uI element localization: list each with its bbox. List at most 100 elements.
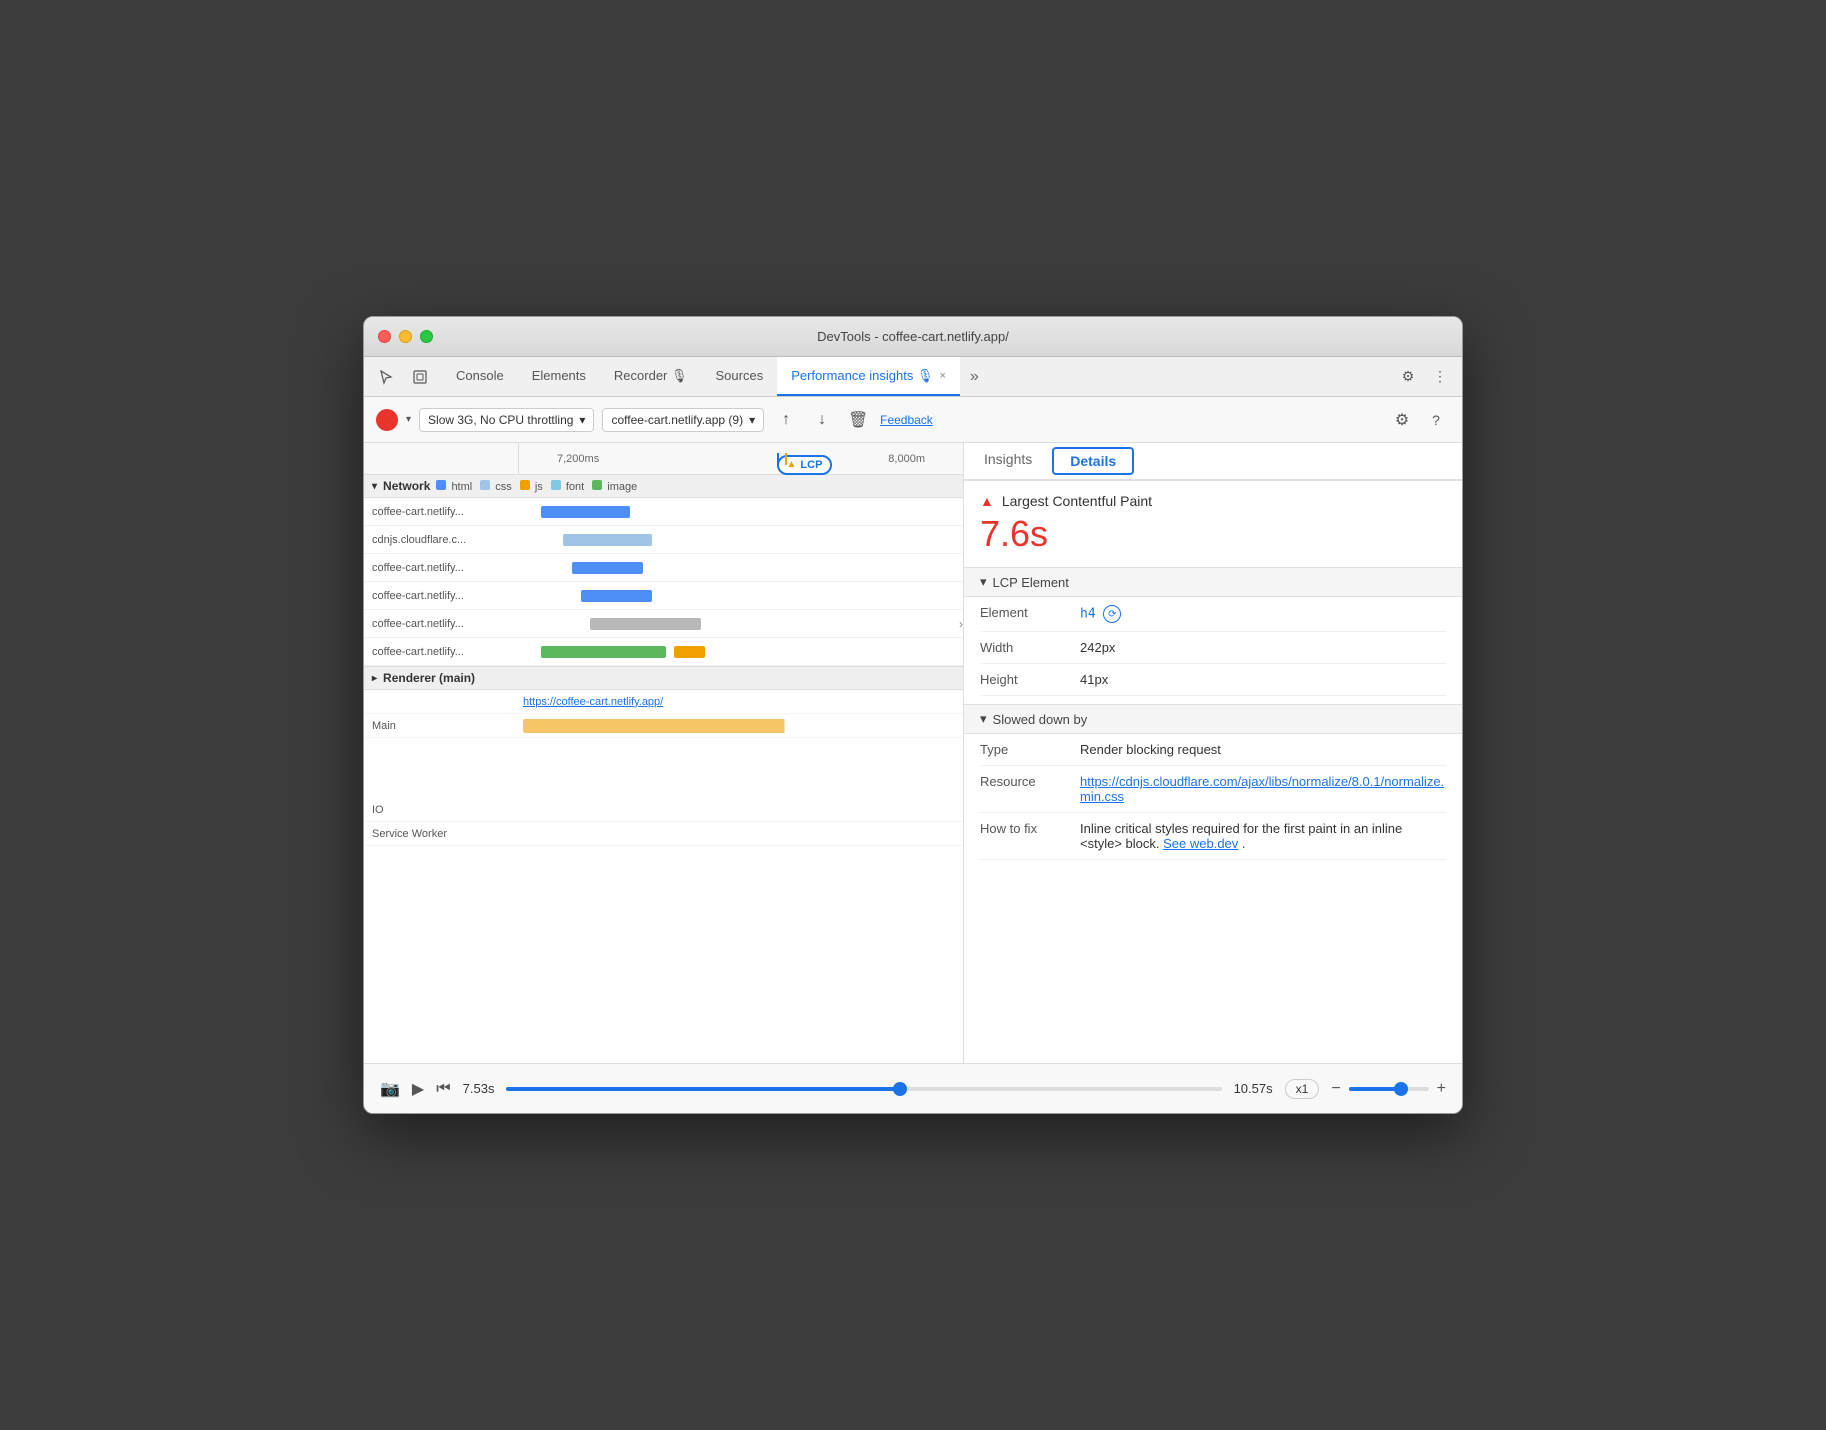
download-icon[interactable]: ↓ (808, 406, 836, 434)
zoom-thumb[interactable] (1394, 1082, 1408, 1096)
bottom-bar: 📷 ▶ ⏮ 7.53s 10.57s x1 − + (364, 1063, 1462, 1113)
more-options-icon[interactable]: ⋮ (1426, 363, 1454, 391)
play-icon[interactable]: ▶ (412, 1079, 424, 1099)
titlebar: DevTools - coffee-cart.netlify.app/ (364, 317, 1462, 357)
renderer-sw-label: Service Worker (364, 828, 519, 840)
how-to-fix-row: How to fix Inline critical styles requir… (980, 813, 1446, 860)
network-row-4-bar (519, 582, 963, 609)
tab-details[interactable]: Details (1052, 447, 1134, 475)
minimize-button[interactable] (399, 330, 412, 343)
settings-icon-toolbar[interactable]: ⚙ (1388, 406, 1416, 434)
renderer-main-spacer (364, 738, 963, 798)
upload-icon[interactable]: ↑ (772, 406, 800, 434)
tabs-bar: Console Elements Recorder 🎙 Sources Perf… (364, 357, 1462, 397)
network-legend: html css js font (436, 480, 637, 493)
lcp-warning-row: ▲ Largest Contentful Paint (980, 493, 1446, 509)
how-to-fix-value: Inline critical styles required for the … (1080, 821, 1446, 851)
network-row-2[interactable]: cdnjs.cloudflare.c... (364, 526, 963, 554)
tab-sources[interactable]: Sources (702, 357, 778, 396)
scrubber-track[interactable] (506, 1087, 1221, 1091)
legend-image-dot (592, 480, 602, 490)
tab-close-icon[interactable]: × (939, 370, 945, 382)
timeline-ruler: 7,200ms 8,000m ▲ LCP (519, 453, 963, 465)
legend-css: css (480, 480, 512, 493)
network-row-1-label: coffee-cart.netlify... (364, 506, 519, 518)
panel-tabs: Insights Details (964, 443, 1462, 481)
network-row-expand[interactable]: › (959, 617, 963, 631)
network-row-1[interactable]: coffee-cart.netlify... (364, 498, 963, 526)
legend-html-dot (436, 480, 446, 490)
network-row-3[interactable]: coffee-cart.netlify... (364, 554, 963, 582)
network-row-4[interactable]: coffee-cart.netlify... (364, 582, 963, 610)
tab-performance-insights[interactable]: Performance insights 🎙 × (777, 357, 960, 396)
element-tag: h4 (1080, 606, 1096, 621)
tab-recorder[interactable]: Recorder 🎙 (600, 357, 702, 396)
devtools-icons (372, 363, 434, 391)
bar-segment-gray (590, 618, 701, 630)
target-dropdown-arrow: ▾ (749, 413, 755, 427)
lcp-element-chevron: ▾ (980, 574, 987, 590)
zoom-track[interactable] (1349, 1087, 1429, 1091)
help-icon[interactable]: ? (1422, 406, 1450, 434)
renderer-main-label: Main (364, 720, 519, 732)
zoom-out-icon[interactable]: − (1331, 1080, 1340, 1098)
inspect-icon[interactable] (406, 363, 434, 391)
maximize-button[interactable] (420, 330, 433, 343)
element-value: h4 ⟳ (1080, 605, 1121, 623)
network-row-3-bar (519, 554, 963, 581)
feedback-link[interactable]: Feedback (880, 413, 933, 427)
throttle-dropdown-arrow: ▾ (579, 413, 585, 427)
tab-insights[interactable]: Insights (964, 443, 1052, 479)
legend-css-dot (480, 480, 490, 490)
network-row-5[interactable]: coffee-cart.netlify... › (364, 610, 963, 638)
legend-js: js (520, 480, 543, 493)
renderer-expand-arrow[interactable]: ▸ (372, 673, 377, 684)
resource-label: Resource (980, 774, 1080, 804)
network-throttle-dropdown[interactable]: Slow 3G, No CPU throttling ▾ (419, 408, 594, 432)
screenshot-icon[interactable]: 📷 (380, 1079, 400, 1099)
bar-segment (541, 506, 630, 518)
tab-elements[interactable]: Elements (518, 357, 600, 396)
cursor-icon[interactable] (372, 363, 400, 391)
renderer-row-main: Main (364, 714, 963, 738)
tab-console[interactable]: Console (442, 357, 518, 396)
lcp-value: 7.6s (980, 513, 1446, 555)
scrubber-thumb[interactable] (893, 1082, 907, 1096)
record-dropdown-arrow[interactable]: ▾ (406, 414, 411, 425)
height-value: 41px (1080, 672, 1108, 687)
element-inspect-icon[interactable]: ⟳ (1103, 605, 1121, 623)
legend-js-dot (520, 480, 530, 490)
right-panel: Insights Details ▲ Largest Contentful Pa… (964, 443, 1462, 1063)
renderer-section-header: ▸ Renderer (main) (364, 667, 963, 690)
type-label: Type (980, 742, 1080, 757)
resource-value: https://cdnjs.cloudflare.com/ajax/libs/n… (1080, 774, 1446, 804)
legend-html: html (436, 480, 472, 493)
zoom-control: − + (1331, 1080, 1446, 1098)
traffic-lights (378, 330, 433, 343)
timeline-header: 7,200ms 8,000m ▲ LCP (364, 443, 963, 475)
network-row-6[interactable]: coffee-cart.netlify... (364, 638, 963, 666)
network-row-6-bar (519, 638, 963, 665)
ruler-mark-1: 7,200ms (557, 453, 599, 465)
speed-control[interactable]: x1 (1285, 1079, 1320, 1099)
network-row-5-bar: › (519, 610, 963, 637)
legend-image: image (592, 480, 637, 493)
details-content: ▲ Largest Contentful Paint 7.6s ▾ LCP El… (964, 481, 1462, 872)
close-button[interactable] (378, 330, 391, 343)
zoom-in-icon[interactable]: + (1437, 1080, 1446, 1098)
network-expand-arrow[interactable]: ▾ (372, 481, 377, 492)
lcp-badge[interactable]: ▲ LCP (777, 455, 833, 475)
renderer-row-url[interactable]: https://coffee-cart.netlify.app/ (364, 690, 963, 714)
delete-icon[interactable]: 🗑 (844, 406, 872, 434)
record-button[interactable] (376, 409, 398, 431)
target-dropdown[interactable]: coffee-cart.netlify.app (9) ▾ (602, 408, 764, 432)
bar-segment (563, 534, 652, 546)
more-tabs-icon[interactable]: » (964, 368, 985, 386)
legend-font-dot (551, 480, 561, 490)
bar-segment (572, 562, 643, 574)
skip-back-icon[interactable]: ⏮ (436, 1080, 450, 1098)
settings-icon[interactable]: ⚙ (1394, 363, 1422, 391)
lcp-element-section-header: ▾ LCP Element (964, 567, 1462, 597)
lcp-marker[interactable]: ▲ LCP (777, 455, 833, 475)
time-end: 10.57s (1234, 1081, 1273, 1096)
